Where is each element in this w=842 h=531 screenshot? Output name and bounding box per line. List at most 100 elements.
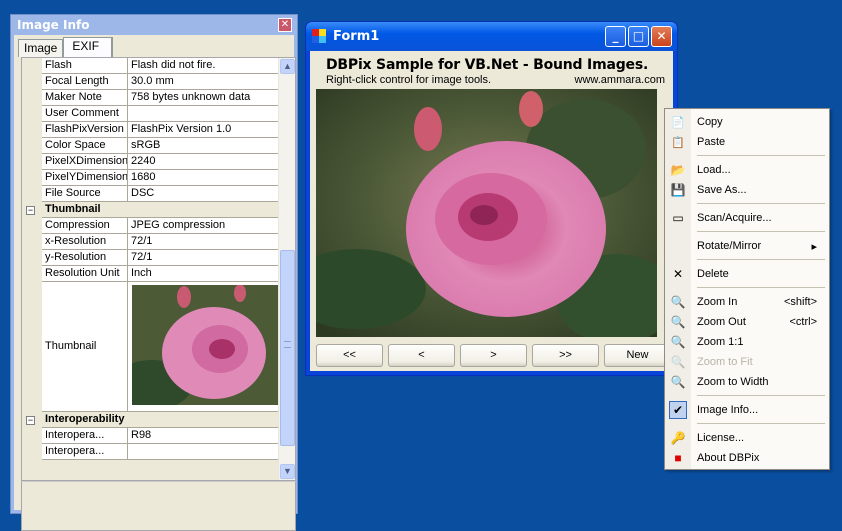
- menu-item-load[interactable]: 📂 Load...: [665, 160, 829, 180]
- menu-item-license[interactable]: 🔑 License...: [665, 428, 829, 448]
- tab-image[interactable]: Image: [18, 39, 64, 57]
- property-value[interactable]: FlashPix Version 1.0: [128, 122, 280, 138]
- property-value[interactable]: Inch: [128, 266, 280, 282]
- category-label: Thumbnail: [42, 202, 280, 218]
- close-button[interactable]: ✕: [651, 26, 672, 47]
- menu-item-save-as[interactable]: 💾 Save As...: [665, 180, 829, 200]
- property-value[interactable]: [128, 106, 280, 122]
- form1-titlebar[interactable]: Form1 _ □ ✕: [306, 22, 677, 51]
- menu-separator: [697, 203, 825, 204]
- property-value[interactable]: R98: [128, 428, 280, 444]
- property-row[interactable]: Color Space sRGB: [22, 138, 280, 154]
- minimize-button[interactable]: _: [605, 26, 626, 47]
- menu-item-zoom-out[interactable]: 🔍 Zoom Out <ctrl>: [665, 312, 829, 332]
- menu-item-label: Image Info...: [697, 404, 759, 416]
- tab-exif[interactable]: EXIF: [63, 37, 114, 57]
- menu-item-paste[interactable]: 📋 Paste: [665, 132, 829, 152]
- menu-item-label: Zoom In: [697, 296, 738, 308]
- property-value[interactable]: 72/1: [128, 250, 280, 266]
- row-gutter: [22, 154, 42, 170]
- dbpix-image-control[interactable]: [316, 89, 657, 337]
- property-row[interactable]: User Comment: [22, 106, 280, 122]
- close-icon[interactable]: ✕: [278, 18, 292, 32]
- scanner-icon: ▭: [672, 211, 684, 225]
- rose-thumbnail-image: [128, 284, 278, 410]
- row-gutter: [22, 444, 42, 460]
- vertical-scrollbar[interactable]: ▲ ▼: [278, 58, 295, 480]
- property-row[interactable]: PixelYDimension 1680: [22, 170, 280, 186]
- menu-item-label: Load...: [697, 164, 731, 176]
- property-row[interactable]: Compression JPEG compression: [22, 218, 280, 234]
- property-value[interactable]: 1680: [128, 170, 280, 186]
- tab-strip: Image EXIF: [18, 37, 114, 57]
- row-gutter: [22, 234, 42, 250]
- menu-item-image-info[interactable]: ✔ Image Info...: [665, 400, 829, 420]
- property-name: User Comment: [42, 106, 128, 122]
- row-gutter: [22, 428, 42, 444]
- menu-item-zoom-in[interactable]: 🔍 Zoom In <shift>: [665, 292, 829, 312]
- property-row[interactable]: PixelXDimension 2240: [22, 154, 280, 170]
- menu-item-zoom-1-1[interactable]: 🔍 Zoom 1:1: [665, 332, 829, 352]
- property-row[interactable]: FlashPixVersion FlashPix Version 1.0: [22, 122, 280, 138]
- row-gutter: [22, 122, 42, 138]
- category-row[interactable]: − Interoperability: [22, 412, 280, 428]
- menu-item-scan-acquire[interactable]: ▭ Scan/Acquire...: [665, 208, 829, 228]
- property-value[interactable]: 2240: [128, 154, 280, 170]
- scroll-down-button[interactable]: ▼: [280, 464, 295, 479]
- menu-item-about-dbpix[interactable]: ■ About DBPix: [665, 448, 829, 468]
- new-record-button[interactable]: New: [604, 344, 671, 367]
- property-value[interactable]: sRGB: [128, 138, 280, 154]
- scroll-thumb[interactable]: [280, 250, 295, 446]
- collapse-icon[interactable]: −: [26, 416, 35, 425]
- menu-shortcut: <ctrl>: [789, 316, 817, 328]
- property-value[interactable]: [128, 444, 280, 460]
- property-value[interactable]: 72/1: [128, 234, 280, 250]
- property-row[interactable]: Interopera...: [22, 444, 280, 460]
- rose-photo: [316, 89, 657, 337]
- image-info-window: Image Info ✕ Image EXIF Flash Flash did n…: [10, 14, 298, 531]
- image-info-title: Image Info: [17, 18, 90, 32]
- property-row[interactable]: Thumbnail: [22, 282, 280, 412]
- property-name: Interopera...: [42, 444, 128, 460]
- property-value[interactable]: 30.0 mm: [128, 74, 280, 90]
- property-row[interactable]: y-Resolution 72/1: [22, 250, 280, 266]
- menu-item-zoom-to-width[interactable]: 🔍 Zoom to Width: [665, 372, 829, 392]
- property-value[interactable]: 758 bytes unknown data: [128, 90, 280, 106]
- scroll-up-button[interactable]: ▲: [280, 59, 295, 74]
- menu-item-label: Scan/Acquire...: [697, 212, 772, 224]
- property-row[interactable]: Resolution Unit Inch: [22, 266, 280, 282]
- image-info-titlebar[interactable]: Image Info ✕: [14, 15, 294, 35]
- property-row[interactable]: File Source DSC: [22, 186, 280, 202]
- last-record-button[interactable]: >>: [532, 344, 599, 367]
- submenu-arrow-icon: ▸: [811, 240, 817, 253]
- property-row[interactable]: Focal Length 30.0 mm: [22, 74, 280, 90]
- menu-item-label: About DBPix: [697, 452, 760, 464]
- property-value[interactable]: JPEG compression: [128, 218, 280, 234]
- menu-item-delete[interactable]: ✕ Delete: [665, 264, 829, 284]
- property-row[interactable]: Interopera... R98: [22, 428, 280, 444]
- website-link[interactable]: www.ammara.com: [575, 74, 665, 86]
- menu-item-label: Zoom to Width: [697, 376, 769, 388]
- row-gutter: [22, 138, 42, 154]
- row-gutter: [22, 106, 42, 122]
- previous-record-button[interactable]: <: [388, 344, 455, 367]
- menu-item-rotate-mirror[interactable]: Rotate/Mirror ▸: [665, 236, 829, 256]
- zoom-actual-icon: 🔍: [670, 335, 686, 349]
- property-row[interactable]: x-Resolution 72/1: [22, 234, 280, 250]
- property-value[interactable]: Flash did not fire.: [128, 58, 280, 74]
- collapse-icon[interactable]: −: [26, 206, 35, 215]
- property-name: Flash: [42, 58, 128, 74]
- category-row[interactable]: − Thumbnail: [22, 202, 280, 218]
- menu-item-copy[interactable]: 📄 Copy: [665, 112, 829, 132]
- property-name: Maker Note: [42, 90, 128, 106]
- menu-item-label: Zoom to Fit: [697, 356, 753, 368]
- property-name: y-Resolution: [42, 250, 128, 266]
- property-row[interactable]: Flash Flash did not fire.: [22, 58, 280, 74]
- zoom-out-icon: 🔍: [670, 315, 686, 329]
- menu-item-label: License...: [697, 432, 745, 444]
- next-record-button[interactable]: >: [460, 344, 527, 367]
- maximize-button[interactable]: □: [628, 26, 649, 47]
- first-record-button[interactable]: <<: [316, 344, 383, 367]
- property-row[interactable]: Maker Note 758 bytes unknown data: [22, 90, 280, 106]
- property-value[interactable]: DSC: [128, 186, 280, 202]
